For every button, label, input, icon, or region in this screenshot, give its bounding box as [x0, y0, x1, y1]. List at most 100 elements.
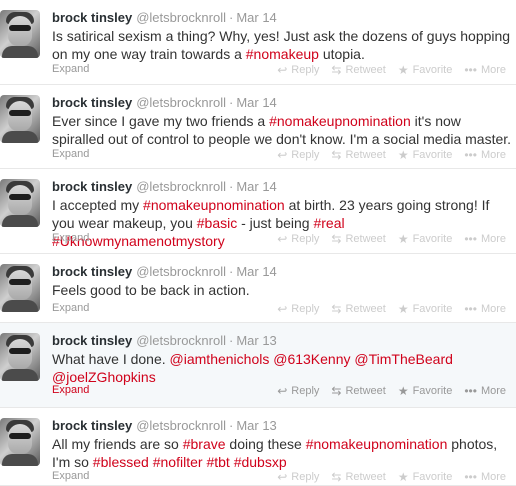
expand-link[interactable]: Expand — [52, 302, 89, 314]
ellipsis-icon: ••• — [464, 470, 477, 484]
tweet-item[interactable]: brock tinsley @letsbrocknroll · Mar 14 Ever… — [0, 85, 516, 169]
reply-button[interactable]: ↩ Reply — [277, 232, 319, 246]
more-button[interactable]: ••• More — [464, 470, 506, 484]
separator-dot: · — [228, 95, 234, 110]
user-handle[interactable]: @letsbrocknroll — [136, 418, 226, 433]
reply-button[interactable]: ↩ Reply — [277, 148, 319, 162]
favorite-button[interactable]: ★ Favorite — [398, 232, 453, 246]
retweet-icon: ⇆ — [331, 63, 342, 77]
avatar[interactable] — [0, 418, 40, 466]
retweet-icon: ⇆ — [331, 148, 342, 162]
tweet-header: brock tinsley @letsbrocknroll · Mar 14 — [52, 95, 277, 111]
hashtag-link[interactable]: #nomakeupnomination — [269, 113, 411, 129]
reply-button[interactable]: ↩ Reply — [277, 384, 319, 398]
tweet-item[interactable]: brock tinsley @letsbrocknroll · Mar 13 What… — [0, 323, 516, 408]
retweet-button[interactable]: ⇆ Retweet — [331, 384, 385, 398]
retweet-icon: ⇆ — [331, 470, 342, 484]
tweet-date[interactable]: Mar 13 — [236, 418, 276, 433]
reply-label: Reply — [291, 233, 320, 245]
tweet-date[interactable]: Mar 14 — [236, 95, 276, 110]
avatar[interactable] — [0, 95, 40, 143]
more-button[interactable]: ••• More — [464, 63, 506, 77]
mention-link[interactable]: @iamthenichols — [170, 351, 270, 367]
user-name[interactable]: brock tinsley — [52, 95, 132, 110]
retweet-label: Retweet — [345, 471, 386, 483]
user-handle[interactable]: @letsbrocknroll — [136, 10, 226, 25]
avatar[interactable] — [0, 10, 40, 58]
retweet-icon: ⇆ — [331, 302, 342, 316]
star-icon: ★ — [397, 63, 409, 77]
retweet-button[interactable]: ⇆ Retweet — [331, 302, 385, 316]
hashtag-link[interactable]: #nomakeup — [246, 46, 319, 62]
favorite-button[interactable]: ★ Favorite — [398, 384, 453, 398]
tweet-item[interactable]: brock tinsley @letsbrocknroll · Mar 13 All … — [0, 408, 516, 486]
avatar[interactable] — [0, 179, 40, 227]
mention-link[interactable]: @TimTheBeard — [354, 351, 453, 367]
reply-button[interactable]: ↩ Reply — [277, 63, 319, 77]
retweet-button[interactable]: ⇆ Retweet — [331, 63, 385, 77]
avatar[interactable] — [0, 333, 40, 381]
tweet-date[interactable]: Mar 13 — [236, 333, 276, 348]
hashtag-link[interactable]: #dubsxp — [234, 454, 287, 470]
retweet-label: Retweet — [345, 385, 386, 397]
more-button[interactable]: ••• More — [464, 148, 506, 162]
hashtag-link[interactable]: #tbt — [206, 454, 229, 470]
user-handle[interactable]: @letsbrocknroll — [136, 264, 226, 279]
hashtag-link[interactable]: #blessed — [93, 454, 149, 470]
hashtag-link[interactable]: #nomakeupnomination — [143, 197, 285, 213]
avatar[interactable] — [0, 264, 40, 312]
hashtag-link[interactable]: #basic — [197, 215, 237, 231]
tweet-date[interactable]: Mar 14 — [236, 264, 276, 279]
reply-button[interactable]: ↩ Reply — [277, 302, 319, 316]
tweet-item[interactable]: brock tinsley @letsbrocknroll · Mar 14 Is s… — [0, 0, 516, 85]
expand-link[interactable]: Expand — [52, 232, 89, 244]
more-button[interactable]: ••• More — [464, 302, 506, 316]
star-icon: ★ — [397, 232, 409, 246]
favorite-button[interactable]: ★ Favorite — [398, 148, 453, 162]
expand-link[interactable]: Expand — [52, 384, 89, 396]
user-name[interactable]: brock tinsley — [52, 418, 132, 433]
favorite-button[interactable]: ★ Favorite — [398, 470, 453, 484]
ellipsis-icon: ••• — [464, 232, 477, 246]
mention-link[interactable]: @613Kenny — [273, 351, 350, 367]
separator-dot: · — [228, 418, 234, 433]
retweet-button[interactable]: ⇆ Retweet — [331, 232, 385, 246]
tweet-text: Is satirical sexism a thing? Why, yes! J… — [52, 27, 512, 63]
reply-arrow-icon: ↩ — [277, 63, 288, 77]
more-button[interactable]: ••• More — [464, 232, 506, 246]
user-handle[interactable]: @letsbrocknroll — [136, 333, 226, 348]
user-handle[interactable]: @letsbrocknroll — [136, 95, 226, 110]
tweet-text-segment: Ever since I gave my two friends a — [52, 113, 270, 129]
more-label: More — [480, 149, 506, 161]
hashtag-link[interactable]: #nofilter — [153, 454, 203, 470]
user-name[interactable]: brock tinsley — [52, 264, 132, 279]
ellipsis-icon: ••• — [464, 384, 477, 398]
tweet-item[interactable]: brock tinsley @letsbrocknroll · Mar 14 I ac… — [0, 169, 516, 254]
tweet-text-segment: Feels good to be back in action. — [52, 282, 250, 298]
user-name[interactable]: brock tinsley — [52, 10, 132, 25]
more-button[interactable]: ••• More — [464, 384, 506, 398]
reply-button[interactable]: ↩ Reply — [277, 470, 319, 484]
expand-link[interactable]: Expand — [52, 470, 89, 482]
expand-link[interactable]: Expand — [52, 63, 89, 75]
user-handle[interactable]: @letsbrocknroll — [136, 179, 226, 194]
tweet-date[interactable]: Mar 14 — [236, 10, 276, 25]
user-name[interactable]: brock tinsley — [52, 179, 132, 194]
tweet-text-segment: doing these — [225, 436, 306, 452]
more-label: More — [480, 385, 506, 397]
expand-link[interactable]: Expand — [52, 148, 89, 160]
retweet-button[interactable]: ⇆ Retweet — [331, 148, 385, 162]
tweet-item[interactable]: brock tinsley @letsbrocknroll · Mar 14 Feel… — [0, 254, 516, 323]
hashtag-link[interactable]: #nomakeupnomination — [306, 436, 448, 452]
favorite-label: Favorite — [412, 471, 453, 483]
reply-label: Reply — [291, 385, 320, 397]
hashtag-link[interactable]: #brave — [183, 436, 226, 452]
hashtag-link[interactable]: #real — [313, 215, 344, 231]
reply-arrow-icon: ↩ — [277, 232, 288, 246]
favorite-button[interactable]: ★ Favorite — [398, 302, 453, 316]
favorite-button[interactable]: ★ Favorite — [398, 63, 453, 77]
tweet-date[interactable]: Mar 14 — [236, 179, 276, 194]
mention-link[interactable]: @joelZGhopkins — [52, 369, 156, 385]
retweet-button[interactable]: ⇆ Retweet — [331, 470, 385, 484]
user-name[interactable]: brock tinsley — [52, 333, 132, 348]
